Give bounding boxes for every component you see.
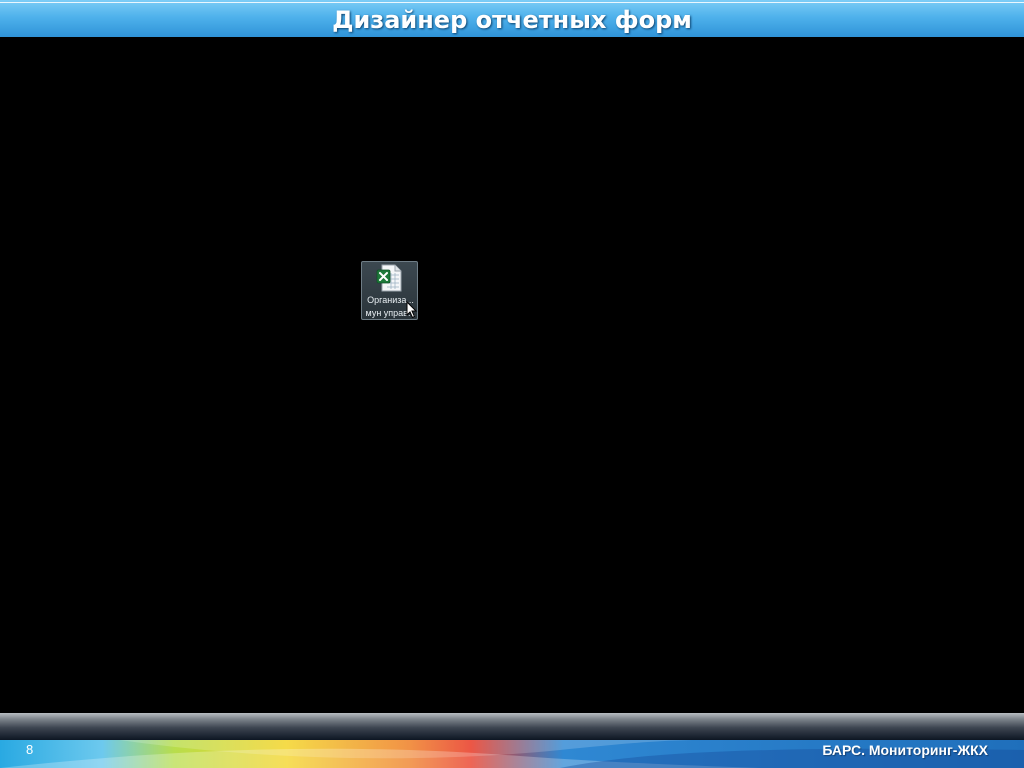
slide-title-bar: Дизайнер отчетных форм (0, 0, 1024, 37)
page-number: 8 (26, 742, 34, 757)
footer-metal-strip (0, 713, 1024, 740)
excel-file-icon (376, 264, 402, 292)
mouse-pointer-icon (406, 301, 418, 319)
desktop-area (0, 37, 1024, 713)
slide-title: Дизайнер отчетных форм (332, 6, 692, 34)
footer-brand-text: БАРС. Мониторинг-ЖКХ (822, 742, 988, 758)
